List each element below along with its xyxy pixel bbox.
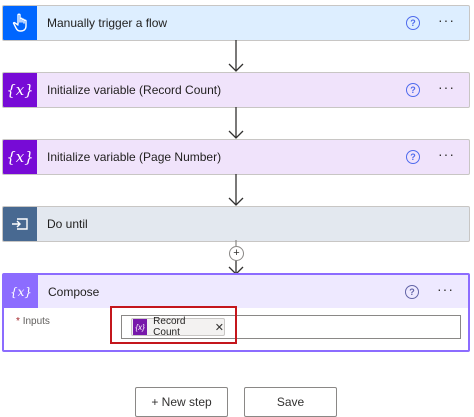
loop-icon	[3, 207, 37, 241]
new-step-button[interactable]: + New step	[135, 387, 228, 417]
trigger-step-card[interactable]: Manually trigger a flow ? ···	[2, 5, 470, 41]
step-title: Manually trigger a flow	[47, 16, 168, 30]
new-step-label: + New step	[151, 395, 212, 409]
step-title: Compose	[48, 284, 100, 299]
step-title: Initialize variable (Record Count)	[47, 83, 222, 97]
more-options-icon[interactable]: ···	[437, 282, 454, 300]
plus-icon: +	[233, 247, 240, 259]
help-icon[interactable]: ?	[406, 150, 420, 164]
more-options-icon[interactable]: ···	[438, 147, 455, 165]
step-title: Initialize variable (Page Number)	[47, 150, 222, 164]
help-icon[interactable]: ?	[405, 284, 419, 299]
variable-icon: {x}	[3, 140, 37, 174]
inputs-label-text: Inputs	[22, 316, 50, 327]
compose-icon-text: {x}	[9, 284, 33, 299]
initialize-variable-page-number-card[interactable]: {x} Initialize variable (Page Number) ? …	[2, 139, 470, 175]
do-until-card[interactable]: Do until	[2, 206, 470, 242]
save-label: Save	[276, 395, 305, 409]
required-marker: *	[16, 316, 20, 327]
variable-icon: {x}	[3, 73, 37, 107]
save-button[interactable]: Save	[244, 387, 337, 417]
variable-icon-text: {x}	[6, 148, 34, 166]
connector-arrow	[228, 40, 244, 72]
help-icon[interactable]: ?	[406, 83, 420, 97]
inputs-label: * Inputs	[16, 316, 50, 327]
step-title: Do until	[47, 217, 88, 231]
variable-icon-text: {x}	[6, 81, 34, 99]
connector-arrow	[228, 174, 244, 206]
more-options-icon[interactable]: ···	[438, 80, 455, 98]
compose-icon: {x}	[4, 275, 38, 308]
initialize-variable-record-count-card[interactable]: {x} Initialize variable (Record Count) ?…	[2, 72, 470, 108]
more-options-icon[interactable]: ···	[438, 13, 455, 31]
help-icon[interactable]: ?	[406, 16, 420, 30]
connector-arrow	[228, 107, 244, 139]
highlight-box	[110, 306, 237, 344]
add-action-button[interactable]: +	[229, 246, 244, 261]
hand-touch-icon	[3, 6, 37, 40]
